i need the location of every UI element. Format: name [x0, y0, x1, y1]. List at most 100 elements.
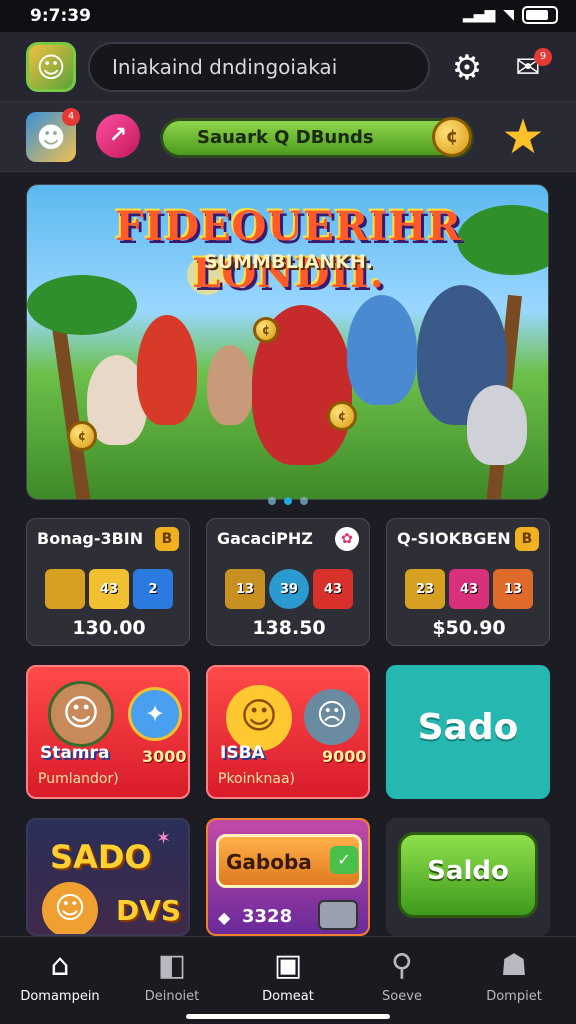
- character-icon: ☺: [42, 882, 98, 934]
- character-rabbit: [207, 345, 253, 425]
- coin-icon: ¢: [327, 401, 357, 431]
- friend-avatar[interactable]: ☻ 4: [26, 108, 80, 162]
- sun-face-icon: ☺: [226, 685, 292, 751]
- magic-orb-icon: ✦: [128, 687, 182, 741]
- character-adventurer: [347, 295, 417, 405]
- promo-card[interactable]: ☺ ☹ ISBA 9000 Pkoinknaa): [206, 665, 370, 799]
- pack-card[interactable]: Bonag-3BIN B 43 2 130.00: [26, 518, 190, 646]
- hero-subtitle: SUMMBLIANKH.: [203, 251, 374, 273]
- carousel-dot-active[interactable]: [284, 497, 292, 505]
- pack-badge: B: [155, 527, 179, 551]
- promo-title: Saldo: [427, 856, 509, 886]
- promo-title: SADO: [50, 838, 152, 876]
- coin-icon: ¢: [67, 421, 97, 451]
- gold-bar-icon: 43: [89, 569, 129, 609]
- coin-icon: ¢: [432, 117, 472, 157]
- chest-icon: [318, 900, 358, 930]
- status-bar: 9:7:39 ▂▄▆ ◥: [0, 0, 576, 32]
- card-icon: ▣: [273, 948, 303, 983]
- nav-item-bag[interactable]: ◧ Deinoiet: [122, 947, 222, 1004]
- pack-card[interactable]: Q-SIOKBGEN B 23 43 13 $50.90: [386, 518, 550, 646]
- wifi-icon: ◥: [503, 7, 514, 23]
- nav-item-search[interactable]: ⚲ Soeve: [352, 947, 452, 1004]
- pack-card[interactable]: GacaciPHZ ✿ 13 39 43 138.50: [206, 518, 370, 646]
- gold-key-icon: 23: [405, 569, 445, 609]
- gear-icon[interactable]: ⚙: [446, 48, 488, 90]
- pack-items: 13 39 43: [217, 561, 361, 617]
- promo-card[interactable]: ☺ ✦ Stamra 3000 Pumlandor): [26, 665, 190, 799]
- promo-title: Gaboba: [226, 850, 312, 874]
- home-icon: ⌂: [50, 948, 70, 983]
- search-input[interactable]: Iniakaind dndingoiakai: [88, 42, 430, 92]
- promo-value: 9000: [322, 747, 367, 766]
- top-bar: ☺ Iniakaind dndingoiakai ⚙ ✉ 9: [0, 32, 576, 102]
- nav-label: Domeat: [262, 989, 314, 1004]
- secondary-bar: ☻ 4 ↗ Sauark Q DBunds ¢ ★: [0, 102, 576, 172]
- share-button[interactable]: ↗: [96, 114, 140, 158]
- bottom-nav: ⌂ Domampein ◧ Deinoiet ▣ Domeat ⚲ Soeve …: [0, 936, 576, 1024]
- home-indicator[interactable]: [186, 1014, 390, 1019]
- hero-banner[interactable]: FIDEOUERIHR LONDII. SUMMBLIANKH. ¢ ¢ ¢: [26, 184, 549, 500]
- promo-label: Stamra: [40, 743, 110, 763]
- carousel-dots[interactable]: [268, 497, 308, 505]
- status-icons: ▂▄▆ ◥: [463, 6, 558, 24]
- gold-chest-icon: [45, 569, 85, 609]
- pack-price: 138.50: [252, 617, 326, 639]
- carousel-dot[interactable]: [300, 497, 308, 505]
- pack-badge: B: [515, 527, 539, 551]
- promo-title: Sado: [417, 707, 519, 748]
- promo-caption: Pkoinknaa): [218, 771, 295, 787]
- gem-icon: ◆: [218, 908, 231, 927]
- pack-items: 23 43 13: [397, 561, 541, 617]
- pack-name: Bonag-3BIN: [37, 529, 144, 548]
- spiky-creature-icon: ☹: [304, 689, 360, 745]
- pack-badge: ✿: [335, 527, 359, 551]
- profile-icon: ☗: [500, 948, 528, 983]
- character-icon: ☺: [48, 681, 114, 747]
- promo-label: ISBA: [220, 743, 265, 763]
- pack-name: GacaciPHZ: [217, 529, 313, 548]
- promo-card[interactable]: SADO ☺ DVS ✶: [26, 818, 190, 936]
- nav-item-profile[interactable]: ☗ Dompiet: [464, 947, 564, 1004]
- coin-icon: ¢: [253, 317, 279, 343]
- character-robot: [467, 385, 527, 465]
- signal-icon: ▂▄▆: [462, 7, 496, 23]
- pack-price: $50.90: [432, 617, 506, 639]
- status-time: 9:7:39: [30, 6, 91, 26]
- bag-icon: ◧: [157, 948, 187, 983]
- inbox-badge: 9: [534, 48, 552, 66]
- pink-gem-icon: 43: [449, 569, 489, 609]
- nav-label: Domampein: [20, 989, 100, 1004]
- promo-card[interactable]: Gaboba ✓ ◆ 3328: [206, 818, 370, 936]
- bonus-progress-bar[interactable]: Sauark Q DBunds: [160, 118, 474, 158]
- promo-value: 3000: [142, 747, 187, 766]
- bonus-label: Sauark Q DBunds: [197, 127, 374, 148]
- nav-label: Deinoiet: [144, 989, 200, 1004]
- red-crystal-icon: 43: [313, 569, 353, 609]
- pack-price: 130.00: [72, 617, 146, 639]
- hero-title: FIDEOUERIHR LONDII.: [115, 203, 462, 297]
- promo-value: 3328: [242, 906, 293, 927]
- battery-icon: [522, 6, 558, 24]
- nav-item-home[interactable]: ⌂ Domampein: [10, 947, 110, 1004]
- friend-badge: 4: [62, 108, 80, 126]
- globe-gem-icon: 39: [269, 569, 309, 609]
- inbox-button[interactable]: ✉ 9: [506, 48, 552, 88]
- star-reward-icon[interactable]: ★: [494, 108, 552, 166]
- promo-card-sado[interactable]: Sado: [386, 665, 550, 799]
- promo-caption: Pumlandor): [38, 771, 119, 787]
- check-icon: ✓: [330, 846, 358, 874]
- pack-name: Q-SIOKBGEN: [397, 529, 511, 548]
- user-avatar[interactable]: ☺: [26, 42, 76, 92]
- promo-value: DVS: [116, 894, 182, 927]
- orange-crystal-icon: 13: [493, 569, 533, 609]
- nav-item-card[interactable]: ▣ Domeat: [238, 947, 338, 1004]
- nav-label: Soeve: [382, 989, 422, 1004]
- gold-block-icon: 13: [225, 569, 265, 609]
- pack-items: 43 2: [37, 561, 181, 617]
- promo-card-saldo[interactable]: Saldo: [386, 818, 550, 936]
- carousel-dot[interactable]: [268, 497, 276, 505]
- nav-label: Dompiet: [486, 989, 542, 1004]
- sparkle-icon: ✶: [156, 828, 172, 849]
- search-icon: ⚲: [391, 948, 413, 983]
